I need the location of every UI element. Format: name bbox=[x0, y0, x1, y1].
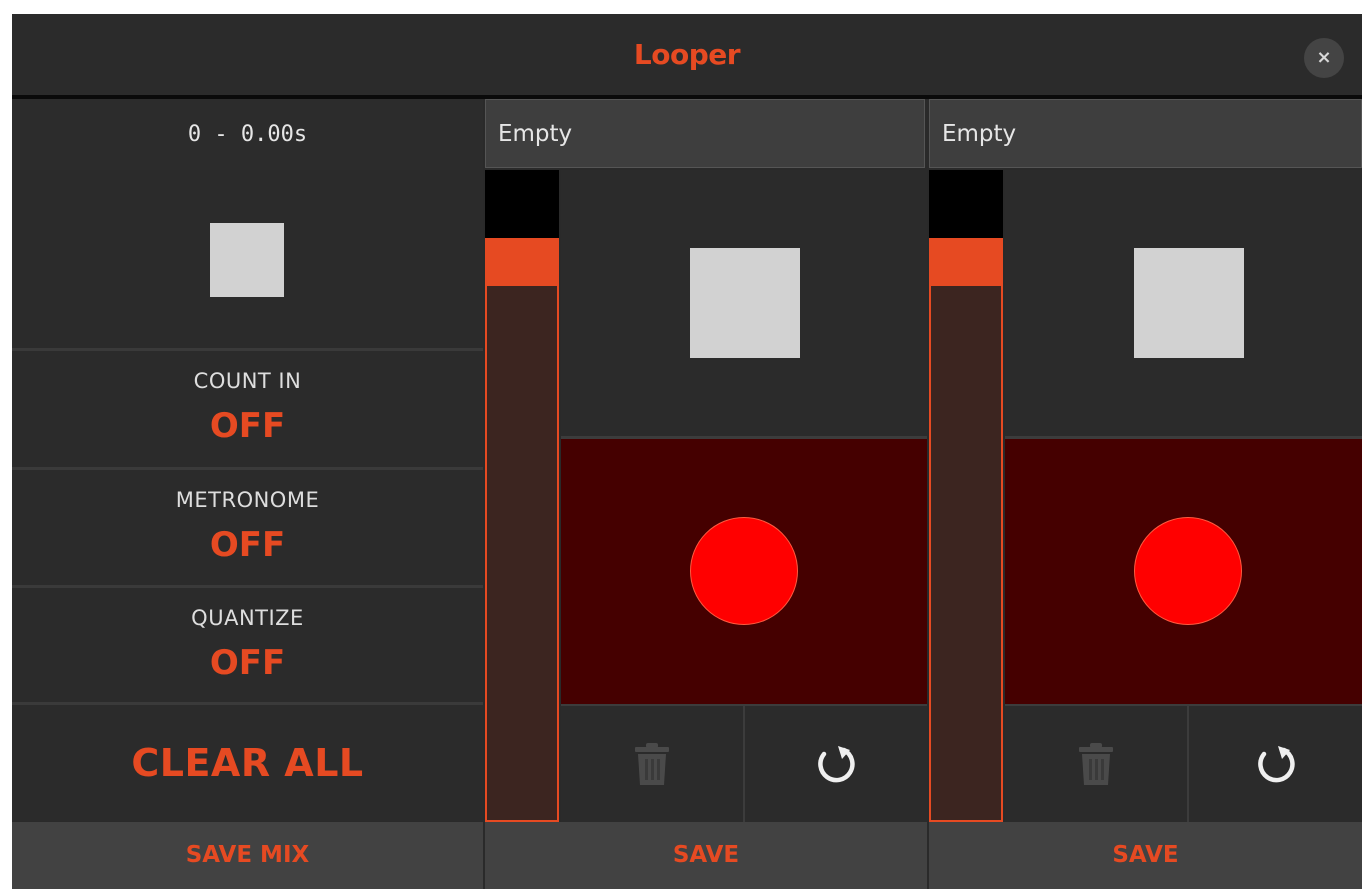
track-name[interactable]: Empty bbox=[929, 99, 1362, 168]
volume-fader[interactable] bbox=[485, 238, 559, 822]
track-2: Empty bbox=[929, 99, 1362, 822]
metronome-value: OFF bbox=[209, 525, 286, 565]
clear-all-button[interactable]: CLEAR ALL bbox=[12, 705, 483, 821]
global-stop-button[interactable] bbox=[12, 170, 483, 348]
track-stop-button[interactable] bbox=[561, 170, 927, 436]
looper-window: Looper × 0 - 0.00s COUNT IN OFF METRONOM… bbox=[12, 14, 1362, 889]
quantize-toggle[interactable]: QUANTIZE OFF bbox=[12, 588, 483, 702]
time-display: 0 - 0.00s bbox=[12, 99, 483, 170]
save-mix-button[interactable]: SAVE MIX bbox=[12, 822, 483, 889]
volume-fader-handle[interactable] bbox=[485, 238, 559, 286]
track-clear-button[interactable] bbox=[561, 706, 743, 822]
window-title: Looper bbox=[633, 38, 741, 71]
count-in-toggle[interactable]: COUNT IN OFF bbox=[12, 351, 483, 467]
quantize-label: QUANTIZE bbox=[191, 606, 304, 630]
trash-icon bbox=[1079, 743, 1113, 785]
track-clear-button[interactable] bbox=[1005, 706, 1187, 822]
metronome-label: METRONOME bbox=[175, 488, 320, 512]
metronome-toggle[interactable]: METRONOME OFF bbox=[12, 470, 483, 585]
close-icon: × bbox=[1316, 47, 1332, 68]
count-in-value: OFF bbox=[209, 406, 286, 446]
track-stop-button[interactable] bbox=[1005, 170, 1362, 436]
track-1-save-button[interactable]: SAVE bbox=[485, 822, 927, 889]
undo-icon bbox=[1257, 746, 1295, 783]
header: Looper × bbox=[12, 14, 1362, 95]
global-controls: 0 - 0.00s COUNT IN OFF METRONOME OFF QUA… bbox=[12, 99, 483, 889]
clear-all-label: CLEAR ALL bbox=[131, 741, 364, 785]
volume-fader-handle[interactable] bbox=[929, 238, 1003, 286]
track-undo-button[interactable] bbox=[745, 706, 927, 822]
track-1: Empty bbox=[485, 99, 927, 822]
record-icon bbox=[690, 517, 798, 625]
volume-fader-track bbox=[929, 170, 1003, 238]
count-in-label: COUNT IN bbox=[193, 369, 302, 393]
track-undo-button[interactable] bbox=[1189, 706, 1362, 822]
track-record-button[interactable] bbox=[1005, 439, 1362, 704]
undo-icon bbox=[818, 746, 855, 783]
stop-icon bbox=[1134, 248, 1244, 358]
quantize-value: OFF bbox=[209, 643, 286, 683]
volume-fader-track bbox=[485, 170, 559, 238]
volume-fader[interactable] bbox=[929, 238, 1003, 822]
track-name[interactable]: Empty bbox=[485, 99, 925, 168]
close-button[interactable]: × bbox=[1304, 38, 1344, 78]
stop-icon bbox=[690, 248, 800, 358]
track-2-save-button[interactable]: SAVE bbox=[929, 822, 1362, 889]
track-record-button[interactable] bbox=[561, 439, 927, 704]
stop-icon bbox=[210, 223, 284, 297]
trash-icon bbox=[635, 743, 669, 785]
record-icon bbox=[1134, 517, 1242, 625]
